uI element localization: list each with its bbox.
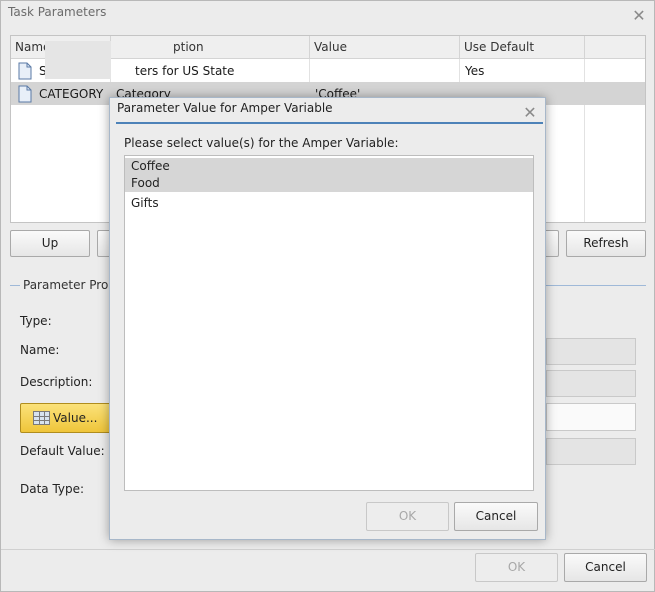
- default-value-field[interactable]: [546, 438, 636, 465]
- close-icon[interactable]: ✕: [522, 105, 538, 121]
- close-icon[interactable]: ✕: [631, 8, 647, 24]
- data-type-label: Data Type:: [20, 482, 85, 496]
- values-listbox[interactable]: Coffee Food Gifts: [124, 155, 534, 491]
- list-item[interactable]: Coffee: [125, 158, 533, 175]
- redacted-region: [45, 41, 111, 79]
- list-item[interactable]: Food: [125, 175, 533, 192]
- name-field[interactable]: [546, 338, 636, 365]
- document-icon: [18, 85, 32, 103]
- description-label: Description:: [20, 375, 93, 389]
- value-button-label: Value...: [53, 411, 98, 425]
- default-value-label: Default Value:: [20, 444, 105, 458]
- row-description: ters for US State: [135, 64, 235, 78]
- dialog-prompt: Please select value(s) for the Amper Var…: [124, 136, 399, 150]
- name-label: Name:: [20, 343, 60, 357]
- dialog-ok-button[interactable]: OK: [366, 502, 449, 531]
- list-item[interactable]: Gifts: [125, 195, 533, 212]
- column-header-use-default[interactable]: Use Default: [460, 36, 585, 59]
- dialog-cancel-button[interactable]: Cancel: [454, 502, 538, 531]
- column-header-description[interactable]: ption: [111, 36, 310, 59]
- up-button[interactable]: Up: [10, 230, 90, 257]
- column-header-value[interactable]: Value: [310, 36, 460, 59]
- row-name: CATEGORY: [39, 87, 104, 101]
- dialog-title: Parameter Value for Amper Variable: [117, 101, 333, 115]
- refresh-button[interactable]: Refresh: [566, 230, 646, 257]
- ok-button[interactable]: OK: [475, 553, 558, 582]
- cancel-button[interactable]: Cancel: [564, 553, 647, 582]
- window-title: Task Parameters: [8, 5, 107, 19]
- group-label: Parameter Prop: [20, 278, 119, 292]
- row-use-default: Yes: [465, 64, 485, 78]
- value-button[interactable]: Value...: [20, 403, 112, 433]
- document-icon: [18, 62, 32, 80]
- amper-variable-dialog: Parameter Value for Amper Variable ✕ Ple…: [109, 97, 546, 540]
- value-field[interactable]: [546, 403, 636, 431]
- description-field[interactable]: [546, 370, 636, 397]
- type-label: Type:: [20, 314, 52, 328]
- row-value: [311, 59, 315, 82]
- table-icon: [33, 411, 50, 425]
